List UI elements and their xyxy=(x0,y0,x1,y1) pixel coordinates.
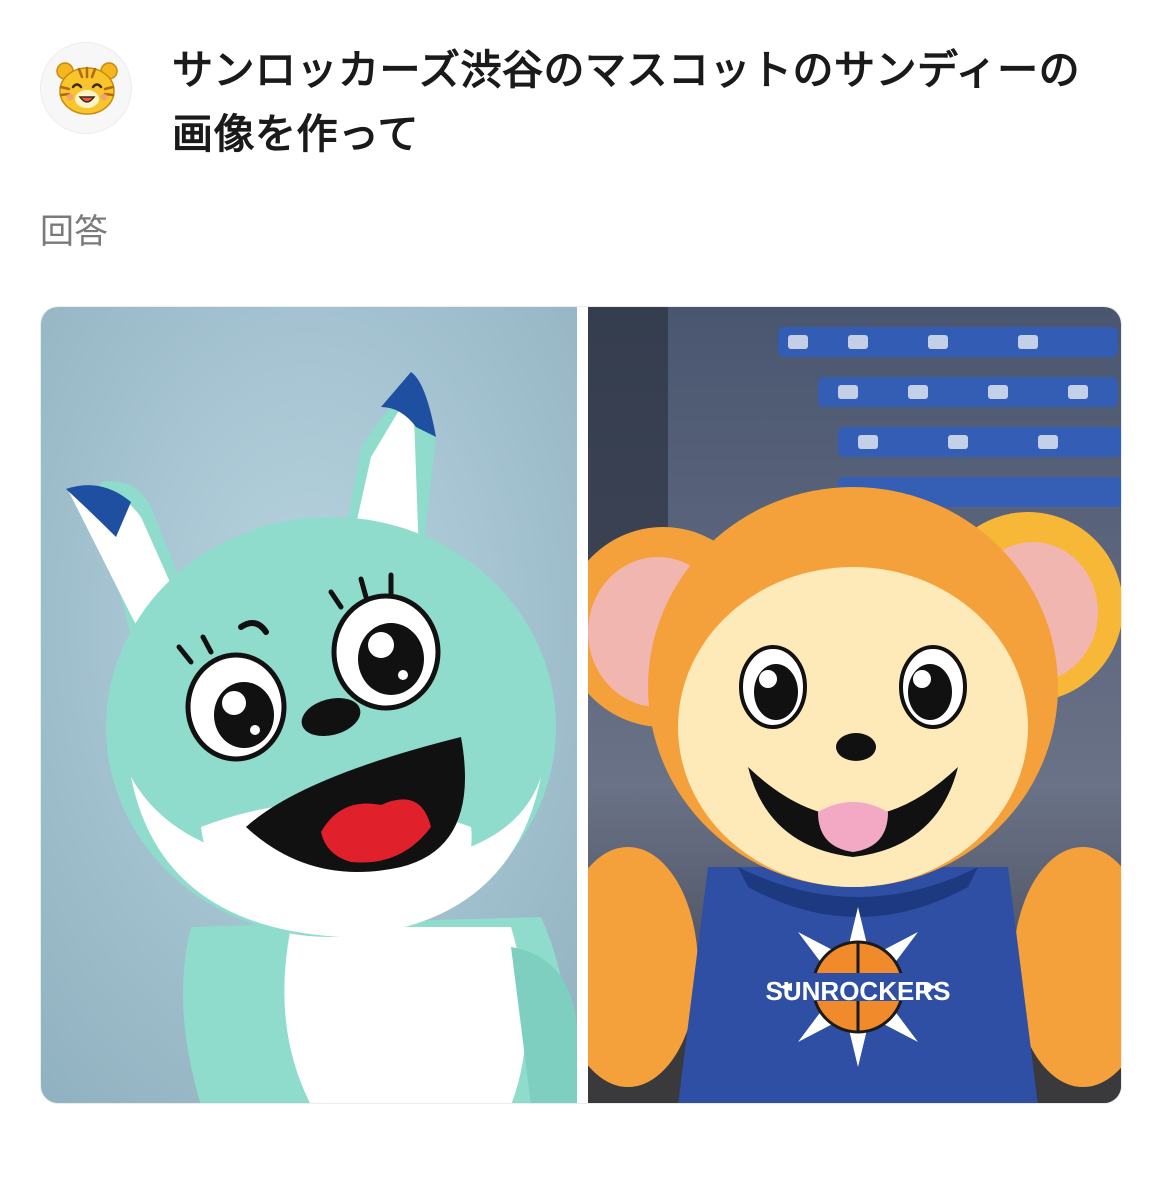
answer-image-collage[interactable]: SUNROCKERS xyxy=(40,306,1122,1104)
jersey-text: SUNROCKERS xyxy=(766,976,951,1006)
fox-mascot-image[interactable] xyxy=(41,307,577,1103)
question-text: サンロッカーズ渋谷のマスコットのサンディーの画像を作って xyxy=(172,46,1081,158)
bear-mascot-image[interactable]: SUNROCKERS xyxy=(588,307,1121,1103)
tiger-avatar-icon xyxy=(40,42,132,134)
answer-label: 回答 xyxy=(40,212,108,252)
